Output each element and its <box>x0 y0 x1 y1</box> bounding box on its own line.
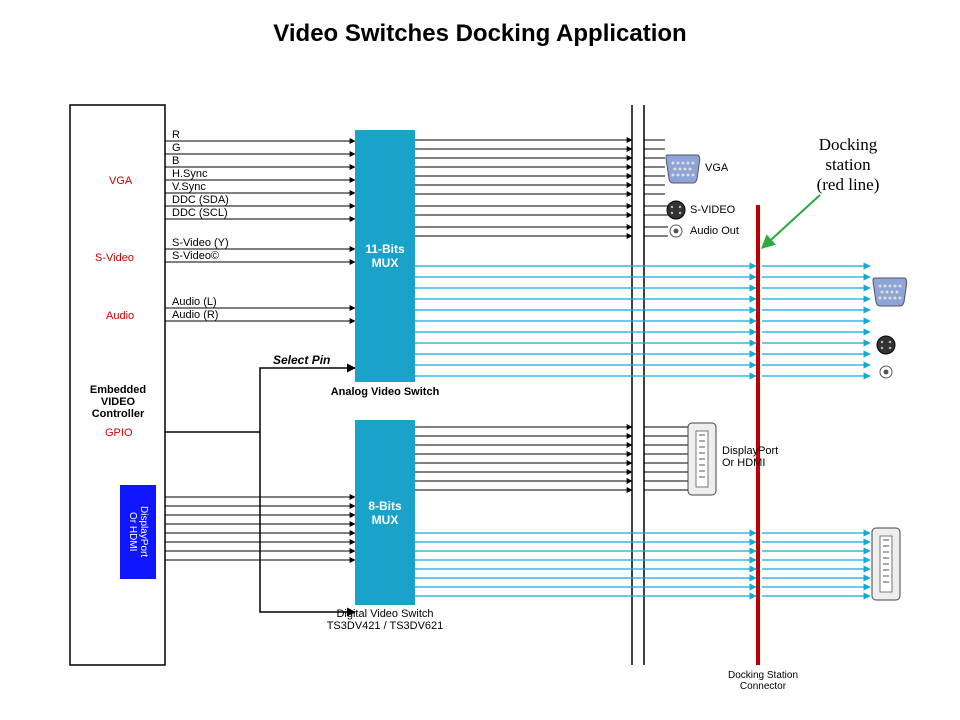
sig-ddc-sda: DDC (SDA) <box>172 194 229 206</box>
digital-switch-label: Digital Video Switch TS3DV421 / TS3DV621 <box>310 608 460 632</box>
analog-switch-label: Analog Video Switch <box>330 386 440 398</box>
sig-audio-l: Audio (L) <box>172 296 217 308</box>
ec-l2: VIDEO <box>101 396 135 408</box>
sig-audio-r: Audio (R) <box>172 309 218 321</box>
block-11bit-mux: 11-Bits MUX <box>355 130 415 382</box>
ec-l3: Controller <box>92 408 145 420</box>
out-vga: VGA <box>705 162 728 174</box>
ec-l1: Embedded <box>90 384 146 396</box>
block-dp-source: DisplayPort Or HDMI <box>120 485 156 579</box>
sig-vsync: V.Sync <box>172 181 206 193</box>
mux11-label: 11-Bits MUX <box>365 242 404 270</box>
group-vga: VGA <box>109 175 132 187</box>
sig-b: B <box>172 155 179 167</box>
group-audio: Audio <box>106 310 134 322</box>
mux8-label: 8-Bits MUX <box>368 499 401 527</box>
dp-source-label: DisplayPort Or HDMI <box>127 506 149 557</box>
embedded-controller-label: Embedded VIDEO Controller <box>76 384 160 420</box>
out-dp: DisplayPort Or HDMI <box>722 445 778 469</box>
out-svideo: S-VIDEO <box>690 204 735 216</box>
group-svideo: S-Video <box>95 252 134 264</box>
sig-g: G <box>172 142 181 154</box>
group-gpio: GPIO <box>105 427 133 439</box>
sig-ddc-scl: DDC (SCL) <box>172 207 228 219</box>
select-pin-label: Select Pin <box>273 353 330 367</box>
diagram-canvas: Video Switches Docking Application <box>0 0 960 720</box>
sig-sv-y: S-Video (Y) <box>172 237 229 249</box>
block-8bit-mux: 8-Bits MUX <box>355 420 415 605</box>
out-audio: Audio Out <box>690 225 739 237</box>
sig-hsync: H.Sync <box>172 168 207 180</box>
wiring-svg <box>0 0 960 720</box>
sig-sv-c: S-Video© <box>172 250 219 262</box>
dock-connector-label: Docking Station Connector <box>718 670 808 692</box>
dock-label: Docking station (red line) <box>788 135 908 195</box>
sig-r: R <box>172 129 180 141</box>
